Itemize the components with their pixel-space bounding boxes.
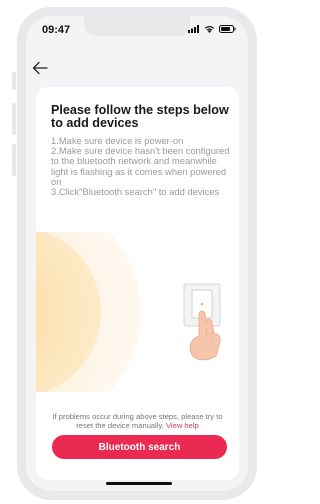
signal-icon bbox=[188, 25, 199, 33]
stage: 09:47 Please follow the steps below to a… bbox=[0, 0, 257, 504]
wifi-icon bbox=[204, 25, 215, 33]
light-switch-hand-illustration bbox=[36, 232, 239, 392]
status-time: 09:47 bbox=[42, 24, 71, 36]
home-indicator[interactable] bbox=[106, 482, 172, 485]
view-help-link[interactable]: View help bbox=[166, 421, 199, 430]
status-bar: 09:47 bbox=[26, 16, 248, 46]
step-item: 2.Make sure device hasn't been configure… bbox=[51, 145, 230, 187]
steps-list: 1.Make sure device is power-on 2.Make su… bbox=[51, 135, 236, 198]
instructions-title: Please follow the steps below to add dev… bbox=[51, 103, 229, 130]
help-text: If problems occur during above steps, pl… bbox=[46, 412, 229, 430]
notch bbox=[84, 16, 190, 36]
back-arrow-icon[interactable] bbox=[30, 58, 50, 78]
volume-down-button bbox=[12, 144, 16, 176]
instructions-card: Please follow the steps below to add dev… bbox=[36, 87, 239, 480]
battery-icon bbox=[219, 25, 236, 33]
phone-frame: 09:47 Please follow the steps below to a… bbox=[17, 7, 257, 500]
mute-switch bbox=[12, 72, 16, 90]
volume-up-button bbox=[12, 103, 16, 135]
status-icons bbox=[188, 25, 236, 33]
bluetooth-search-button[interactable]: Bluetooth search bbox=[52, 435, 227, 459]
step-item: 3.Click"Bluetooth search" to add devices bbox=[51, 186, 220, 198]
phone-screen: 09:47 Please follow the steps below to a… bbox=[26, 16, 248, 491]
